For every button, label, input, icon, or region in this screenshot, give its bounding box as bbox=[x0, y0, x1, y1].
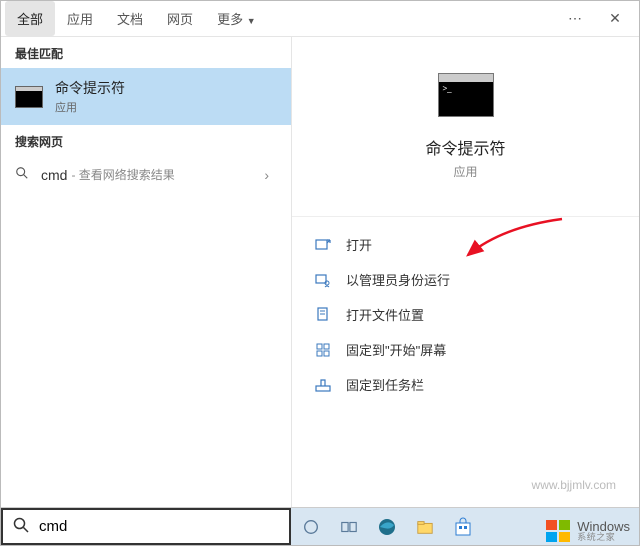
action-open-location[interactable]: 打开文件位置 bbox=[292, 297, 639, 332]
action-pin-taskbar[interactable]: 固定到任务栏 bbox=[292, 367, 639, 402]
action-pin-start[interactable]: 固定到"开始"屏幕 bbox=[292, 332, 639, 367]
more-options-button[interactable]: ⋯ bbox=[555, 10, 595, 27]
pin-taskbar-icon bbox=[314, 377, 332, 393]
best-match-subtitle: 应用 bbox=[55, 99, 125, 115]
actions-list: 打开 以管理员身份运行 打开文件位置 固定到"开始"屏幕 固定到任务栏 bbox=[292, 216, 639, 402]
search-input[interactable] bbox=[39, 510, 289, 543]
explorer-icon[interactable] bbox=[413, 515, 437, 539]
cmd-icon bbox=[15, 86, 43, 108]
filter-tabs: 全部 应用 文档 网页 更多 ▼ ⋯ ✕ bbox=[1, 1, 639, 37]
best-match-header: 最佳匹配 bbox=[1, 37, 291, 68]
tab-all[interactable]: 全部 bbox=[5, 1, 55, 36]
action-open[interactable]: 打开 bbox=[292, 227, 639, 262]
best-match-title: 命令提示符 bbox=[55, 78, 125, 98]
search-icon bbox=[3, 517, 39, 536]
cmd-icon-large bbox=[438, 73, 494, 117]
preview-pane: 命令提示符 应用 打开 以管理员身份运行 打开文件位置 bbox=[291, 37, 639, 507]
open-icon bbox=[314, 237, 332, 253]
tab-more[interactable]: 更多 ▼ bbox=[205, 1, 268, 36]
search-web-header: 搜索网页 bbox=[1, 125, 291, 156]
tab-web[interactable]: 网页 bbox=[155, 1, 205, 36]
close-button[interactable]: ✕ bbox=[595, 10, 635, 27]
search-icon bbox=[15, 166, 35, 183]
search-input-container[interactable] bbox=[1, 508, 291, 545]
action-run-admin[interactable]: 以管理员身份运行 bbox=[292, 262, 639, 297]
preview-subtitle: 应用 bbox=[453, 163, 477, 180]
preview-title: 命令提示符 bbox=[425, 135, 505, 159]
search-bar bbox=[1, 507, 639, 545]
web-search-item[interactable]: cmd - 查看网络搜索结果 › bbox=[1, 156, 291, 193]
best-match-item[interactable]: 命令提示符 应用 bbox=[1, 68, 291, 125]
folder-icon bbox=[314, 307, 332, 323]
admin-icon bbox=[314, 272, 332, 288]
results-pane: 最佳匹配 命令提示符 应用 搜索网页 cmd - 查看网络搜索结果 › bbox=[1, 37, 291, 507]
store-icon[interactable] bbox=[451, 515, 475, 539]
chevron-right-icon: › bbox=[264, 167, 277, 183]
task-view-icon[interactable] bbox=[337, 515, 361, 539]
taskbar-icons bbox=[291, 508, 639, 545]
tab-docs[interactable]: 文档 bbox=[105, 1, 155, 36]
edge-icon[interactable] bbox=[375, 515, 399, 539]
cortana-icon[interactable] bbox=[299, 515, 323, 539]
pin-start-icon bbox=[314, 342, 332, 358]
tab-apps[interactable]: 应用 bbox=[55, 1, 105, 36]
